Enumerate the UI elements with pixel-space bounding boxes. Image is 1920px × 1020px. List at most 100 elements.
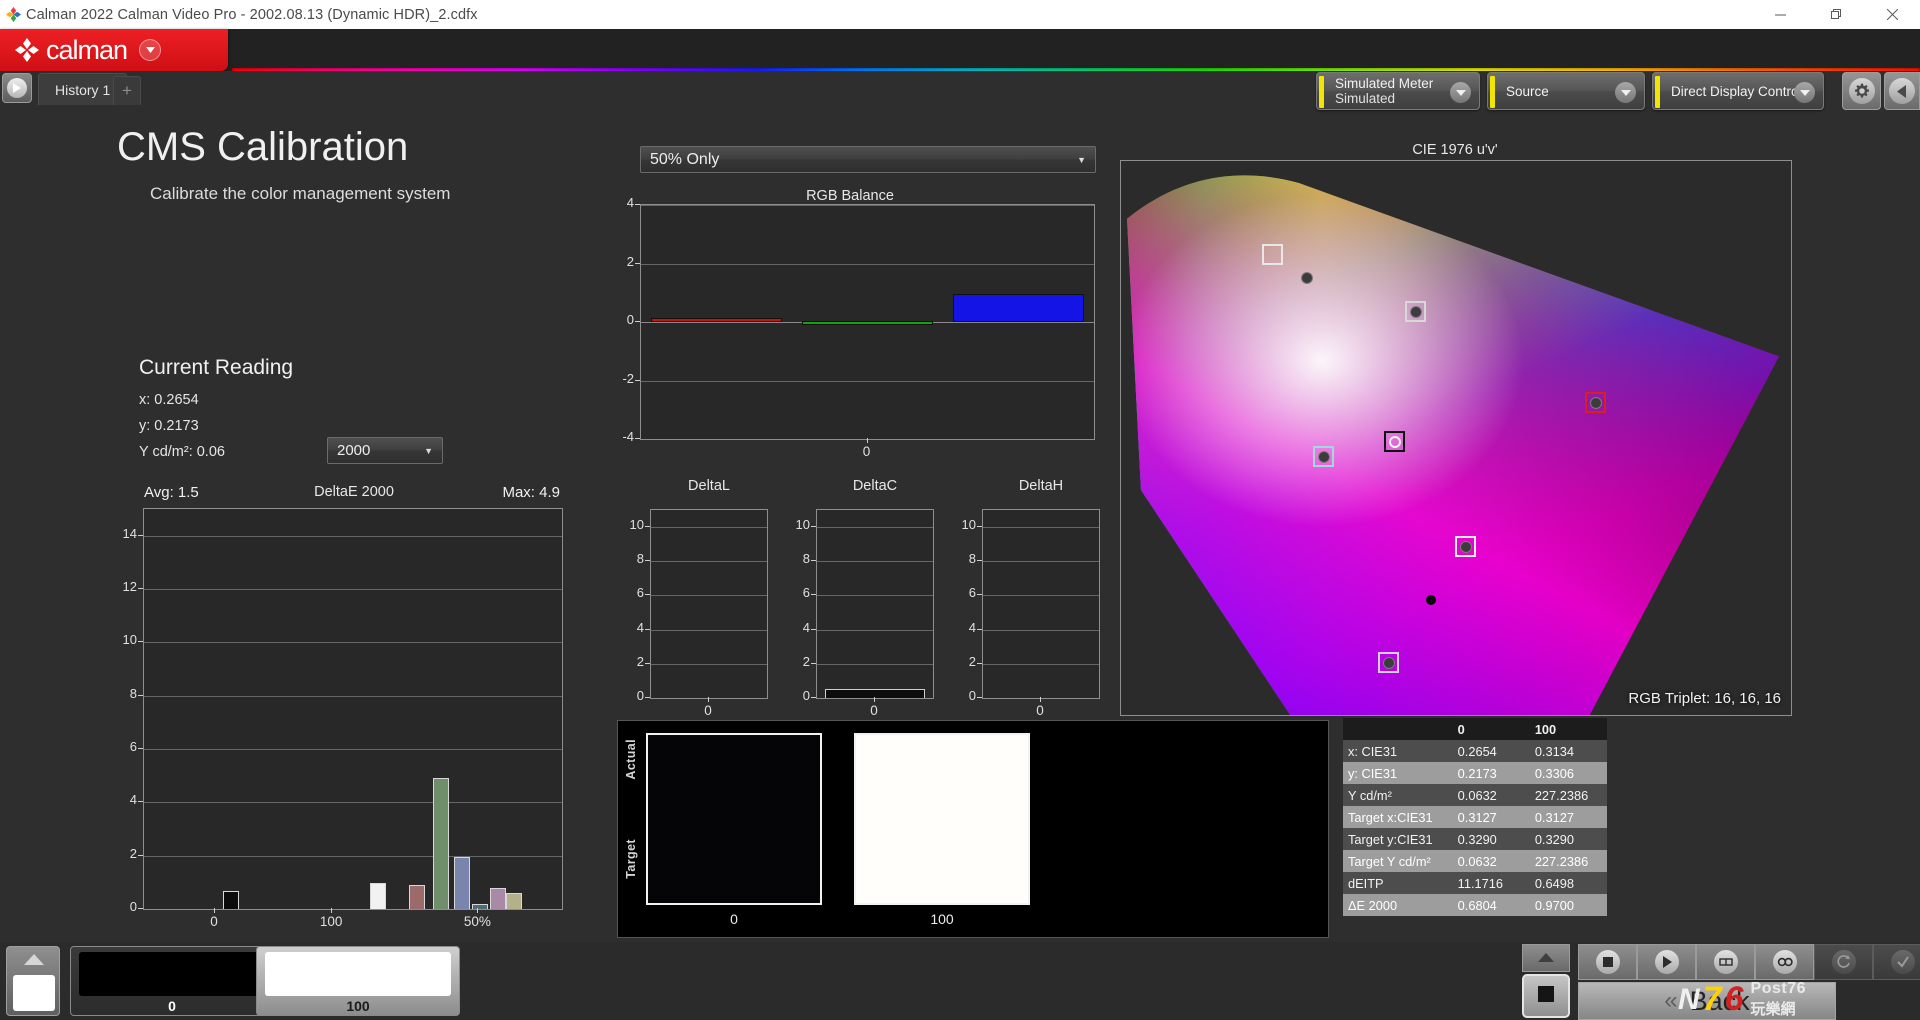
y-axis-tick-label: 2 [636,653,644,669]
status-accent-bar [1319,76,1324,108]
display-control-selector[interactable]: Direct Display Control [1652,72,1824,110]
y-axis-tick-mark [138,908,143,909]
x-axis-tick-label: 0 [862,444,871,459]
swatch-expand-button[interactable] [6,946,60,1016]
deltae-2000-chart[interactable] [143,508,563,910]
y-axis-tick-label: 6 [129,739,137,754]
table-cell-value: 0.2173 [1452,762,1530,784]
gridline [983,595,1099,597]
add-tab-button[interactable]: + [113,76,141,105]
rgb-triplet-readout: RGB Triplet: 16, 16, 16 [1628,690,1781,707]
table-row-label: dEITP [1343,872,1453,894]
gridline [641,380,1094,382]
chevron-left-icon [1889,78,1915,104]
chevron-up-icon [1538,949,1554,967]
table-cell-value: 0.3306 [1529,762,1607,784]
y-axis-tick-label: 6 [968,585,976,601]
cie-measured-point [1301,271,1314,284]
gridline [817,527,933,529]
close-button[interactable] [1864,0,1920,29]
chevron-down-icon[interactable] [1615,82,1636,103]
table-row: dEITP 11.1716 0.6498 [1343,872,1607,894]
continuous-button[interactable] [1755,944,1814,980]
rgb-balance-chart[interactable] [640,204,1095,440]
stop-measurement-button[interactable] [1522,974,1570,1018]
source-name: Source [1506,83,1549,99]
settings-button[interactable] [1842,72,1881,110]
target-luminance-select[interactable]: 2000 ▼ [327,437,443,464]
plus-icon: + [122,81,132,100]
table-row: y: CIE31 0.2173 0.3306 [1343,762,1607,784]
table-cell-value: 227.2386 [1529,850,1607,872]
color-patch[interactable] [854,733,1030,905]
refresh-button[interactable] [1814,944,1873,980]
toolbar-collapse-button[interactable] [1522,944,1570,972]
x-axis-tick-mark [1040,697,1041,702]
y-axis-tick-mark [811,628,816,630]
y-axis-tick-label: 4 [129,792,137,808]
deltal-chart[interactable] [650,509,768,699]
watermark-six: 6 [1724,980,1744,1018]
gridline [651,595,767,597]
pattern-mode-select[interactable]: 50% Only ▼ [640,146,1096,173]
chevron-up-icon [24,952,44,970]
table-cell-value: 0.3127 [1529,806,1607,828]
x-axis-tick-mark [214,908,216,913]
gridline [817,561,933,563]
x-axis-tick-label: 0 [1036,703,1044,718]
y-axis-tick-label: 8 [802,551,810,567]
swatch-button-0[interactable]: 0 [70,946,274,1016]
source-selector[interactable]: Source [1487,72,1645,110]
y-axis-tick-label: 0 [636,688,644,703]
chevron-down-icon[interactable] [1450,82,1471,103]
deltac-chart-title: DeltaC [852,478,898,494]
gridline [817,595,933,597]
y-axis-tick-mark [811,697,816,698]
gridline [817,629,933,631]
chart-bar [369,883,386,909]
stop-button[interactable] [1578,944,1637,980]
patch-display-area[interactable]: Actual Target 0 100 [617,720,1329,938]
chevron-down-icon[interactable] [1794,82,1815,103]
y-axis-tick-mark [645,628,650,630]
table-cell-value: 0.0632 [1452,850,1530,872]
gridline [651,561,767,563]
accept-button[interactable] [1873,944,1920,980]
nav-play-button[interactable] [2,73,32,103]
maximize-button[interactable] [1808,0,1864,29]
deltac-chart[interactable] [816,509,934,699]
calman-brand-menu[interactable]: calman [0,29,228,71]
cie-measured-point [1389,435,1402,448]
swatch-button-1[interactable]: 100 [256,946,460,1016]
gridline [983,527,1099,529]
current-swatch-preview [13,975,55,1011]
y-axis-tick-label: -4 [622,429,634,444]
cie-target-box [1261,244,1283,266]
calman-diamond-logo-icon [15,38,39,62]
table-row-label: Target x:CIE31 [1343,806,1453,828]
y-axis-tick-mark [635,204,640,205]
measure-button[interactable] [1696,944,1755,980]
play-icon [7,78,27,98]
minimize-button[interactable] [1752,0,1808,29]
meter-selector[interactable]: Simulated Meter Simulated [1316,72,1480,110]
y-axis-tick-mark [977,560,982,562]
cie-1976-uv-diagram[interactable]: RGB Triplet: 16, 16, 16 [1120,160,1792,716]
y-axis-tick-label: -2 [622,370,634,386]
color-patch[interactable] [646,733,822,905]
collapse-panel-button[interactable] [1884,72,1920,110]
chart-bar [953,294,1084,322]
deltah-chart[interactable] [982,509,1100,699]
y-axis-tick-mark [635,262,640,264]
play-button[interactable] [1637,944,1696,980]
current-reading-y: y: 0.2173 [139,418,199,434]
y-axis-tick-label: 4 [802,619,810,635]
swatch-color-chip [79,952,265,996]
y-axis-tick-mark [977,628,982,630]
cie-chart-title: CIE 1976 u'v' [1412,142,1498,158]
y-axis-tick-mark [645,662,650,664]
table-cell-value: 0.3134 [1529,740,1607,762]
current-reading-heading: Current Reading [139,356,294,379]
chevron-down-icon[interactable] [139,39,162,61]
actual-axis-label: Actual [624,739,638,780]
